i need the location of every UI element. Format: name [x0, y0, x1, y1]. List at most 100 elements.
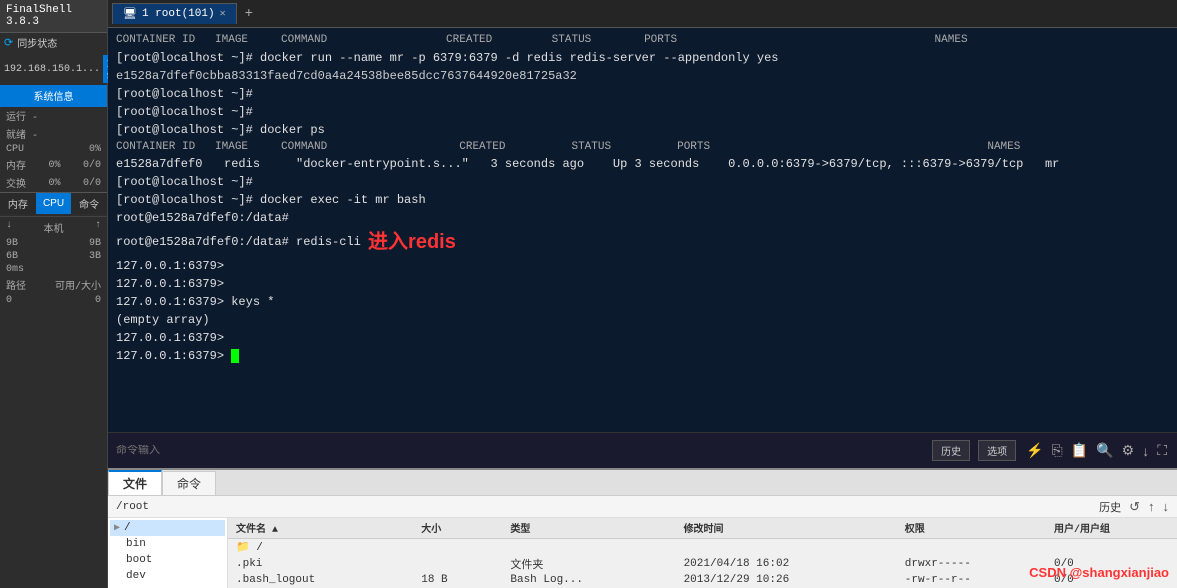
- latency-row: 0ms: [0, 263, 107, 276]
- sync-icon: ⟳: [4, 36, 13, 50]
- terminal-cursor: [231, 349, 239, 363]
- terminal-prompt4: [root@localhost ~]#: [116, 173, 1169, 191]
- system-info-btn[interactable]: 系统信息: [0, 85, 107, 107]
- fm-path: /root: [116, 501, 149, 513]
- fm-download-btn[interactable]: ↓: [1163, 499, 1170, 514]
- file-manager: 文件 命令 /root 历史 ↺ ↑ ↓ ▶ / bin: [108, 468, 1177, 588]
- terminal-cmd3: [root@localhost ~]# docker exec -it mr b…: [116, 191, 1169, 209]
- table-row[interactable]: 📁 /: [228, 539, 1177, 556]
- terminal-header1: CONTAINER ID IMAGE COMMAND CREATED STATU…: [116, 32, 1169, 49]
- cpu-row: CPU 0%: [0, 143, 107, 156]
- annotation-redis: 进入redis: [368, 231, 456, 253]
- terminal-redis1: 127.0.0.1:6379>: [116, 257, 1169, 275]
- net-local-label: 本机: [44, 220, 64, 236]
- fm-cell-perms: -rw-r--r--: [897, 573, 1046, 587]
- disk-value-row: 0 0: [0, 294, 107, 307]
- fm-col-owner[interactable]: 用户/用户组: [1046, 518, 1177, 539]
- options-button[interactable]: 选项: [978, 440, 1016, 461]
- sidebar-view-tabs: 内存 CPU 命令: [0, 192, 107, 214]
- terminal-prompt2: [root@localhost ~]#: [116, 85, 1169, 103]
- latency-value: 0ms: [6, 264, 24, 275]
- main-tab-root[interactable]: 🖥 1 root(101) ✕: [112, 3, 237, 24]
- net-arrow-up: ↑: [95, 220, 101, 236]
- mem-row: 内存 0% 0/0: [0, 156, 107, 174]
- fm-col-modified[interactable]: 修改时间: [676, 518, 897, 539]
- terminal-header2: CONTAINER ID IMAGE COMMAND CREATED STATU…: [116, 139, 1169, 156]
- fm-cell-type: Bash Log...: [502, 573, 675, 587]
- fm-tree-dev-label: dev: [126, 570, 146, 582]
- tab-label: 1 root(101): [142, 8, 215, 20]
- app-title: FinalShell 3.8.3: [0, 0, 107, 33]
- fm-cell-size: [413, 555, 502, 573]
- fm-cell-size: [413, 539, 502, 556]
- net-row1: 9B 9B: [0, 237, 107, 250]
- cpu-label: CPU: [6, 144, 24, 155]
- settings-icon-btn[interactable]: ⚙: [1120, 442, 1137, 459]
- fm-tab-bar: 文件 命令: [108, 470, 1177, 496]
- fm-tree-bin[interactable]: bin: [110, 536, 225, 552]
- fm-col-name[interactable]: 文件名 ▲: [228, 518, 413, 539]
- fm-cell-type: [502, 539, 675, 556]
- tab-memory[interactable]: 内存: [0, 193, 36, 214]
- paste-icon-btn[interactable]: 📋: [1069, 442, 1090, 459]
- sidebar: FinalShell 3.8.3 ⟳ 同步状态 192.168.150.1...…: [0, 0, 108, 588]
- terminal[interactable]: CONTAINER ID IMAGE COMMAND CREATED STATU…: [108, 28, 1177, 432]
- tab-commands[interactable]: 命令: [71, 193, 107, 214]
- net-tx1: 9B: [89, 238, 101, 249]
- disk-path-label: 路径: [6, 277, 26, 293]
- fm-col-size[interactable]: 大小: [413, 518, 502, 539]
- tab-bar: 🖥 1 root(101) ✕ +: [108, 0, 1177, 28]
- net-arrow-down: ↓: [6, 220, 12, 236]
- fm-col-perms[interactable]: 权限: [897, 518, 1046, 539]
- fm-refresh-btn[interactable]: ↺: [1129, 499, 1140, 515]
- terminal-bash1: root@e1528a7dfef0:/data#: [116, 209, 1169, 227]
- lightning-icon-btn[interactable]: ⚡: [1024, 442, 1045, 459]
- new-tab-button[interactable]: +: [239, 6, 259, 22]
- terminal-hash1: e1528a7dfef0cbba83313faed7cd0a4a24538bee…: [116, 67, 1169, 85]
- mem-value: 0%: [48, 160, 60, 171]
- terminal-empty-array: (empty array): [116, 311, 1169, 329]
- fm-cell-modified: 2013/12/29 10:26: [676, 573, 897, 587]
- watermark: CSDN @shangxianjiao: [1029, 565, 1169, 580]
- history-button[interactable]: 历史: [932, 440, 970, 461]
- terminal-redis4: 127.0.0.1:6379>: [116, 329, 1169, 347]
- sync-label: 同步状态: [17, 35, 57, 51]
- swap-value: 0%: [48, 178, 60, 189]
- fm-cell-name: 📁 /: [228, 539, 413, 556]
- mem-right: 0/0: [83, 160, 101, 171]
- search-icon-btn[interactable]: 🔍: [1094, 442, 1115, 459]
- done-label: 就绪 -: [6, 126, 38, 142]
- fm-tree-root[interactable]: ▶ /: [110, 520, 225, 536]
- fm-tab-cmd[interactable]: 命令: [162, 471, 216, 495]
- disk-size-label: 可用/大小: [55, 277, 101, 293]
- terminal-cmd1: [root@localhost ~]# docker run --name mr…: [116, 49, 1169, 67]
- cpu-value: 0%: [89, 144, 101, 155]
- terminal-prompt3: [root@localhost ~]#: [116, 103, 1169, 121]
- net-tx2: 3B: [89, 251, 101, 262]
- copy-icon-btn[interactable]: ⎘: [1050, 442, 1065, 459]
- swap-label: 交换: [6, 175, 26, 191]
- main-area: 🖥 1 root(101) ✕ + CONTAINER ID IMAGE COM…: [108, 0, 1177, 588]
- fm-cell-name: .bash_logout: [228, 573, 413, 587]
- sync-row: ⟳ 同步状态: [0, 33, 107, 53]
- fm-tree-dev[interactable]: dev: [110, 568, 225, 584]
- download-icon-btn[interactable]: ↓: [1140, 443, 1151, 459]
- command-bar: 历史 选项 ⚡ ⎘ 📋 🔍 ⚙ ↓ ⛶: [108, 432, 1177, 468]
- fm-col-type[interactable]: 类型: [502, 518, 675, 539]
- disk-header-row: 路径 可用/大小: [0, 276, 107, 294]
- fullscreen-icon-btn[interactable]: ⛶: [1155, 442, 1169, 459]
- tab-cpu[interactable]: CPU: [36, 193, 72, 214]
- fm-tab-files[interactable]: 文件: [108, 470, 162, 495]
- fm-cell-name: .pki: [228, 555, 413, 573]
- tab-close-icon[interactable]: ✕: [220, 8, 226, 20]
- net-rx2: 6B: [6, 251, 18, 262]
- command-input[interactable]: [116, 445, 924, 457]
- tab-icon: 🖥: [123, 7, 137, 21]
- net-label-row: ↓ 本机 ↑: [0, 219, 107, 237]
- fm-upload-btn[interactable]: ↑: [1148, 499, 1155, 514]
- fm-tree-boot[interactable]: boot: [110, 552, 225, 568]
- terminal-container-row: e1528a7dfef0 redis "docker-entrypoint.s.…: [116, 155, 1169, 173]
- network-section: ↓ 本机 ↑ 9B 9B 6B 3B: [0, 216, 107, 263]
- ip-row: 192.168.150.1... 复制: [0, 53, 107, 85]
- fm-table-header-row: 文件名 ▲ 大小 类型 修改时间 权限 用户/用户组: [228, 518, 1177, 539]
